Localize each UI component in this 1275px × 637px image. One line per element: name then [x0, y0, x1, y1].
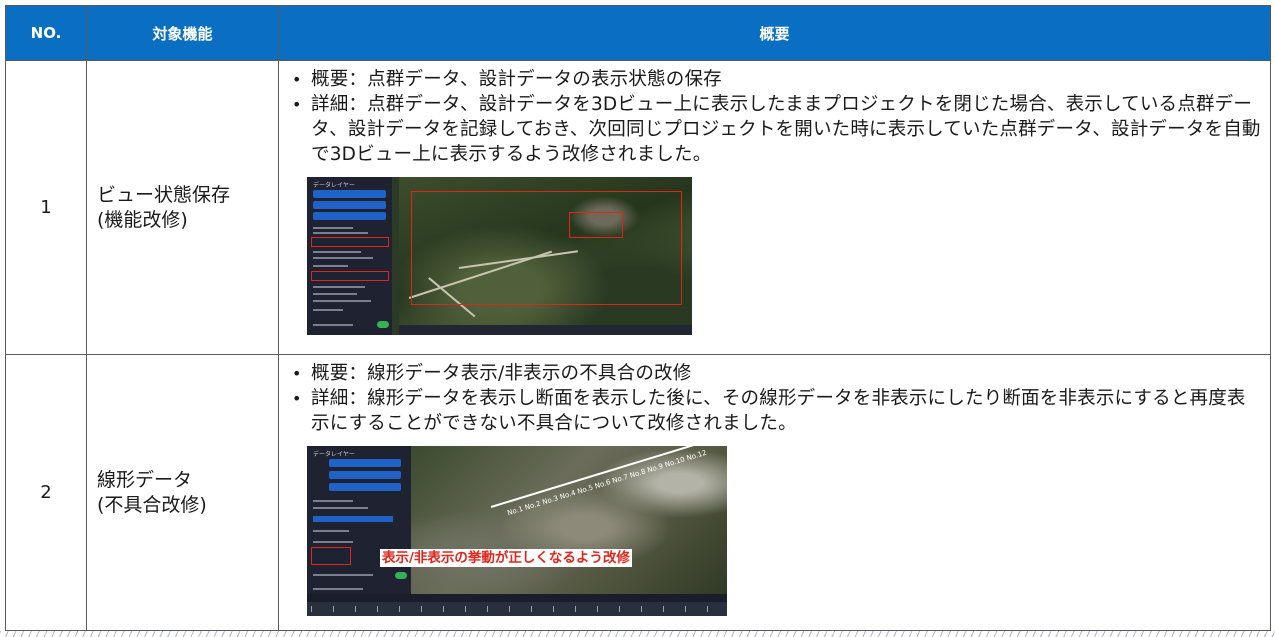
table-header-row: NO. 対象機能 概要 [5, 5, 1271, 61]
station-labels: No.1 No.2 No.3 No.4 No.5 No.6 No.7 No.8 … [506, 448, 708, 518]
highlight-box [569, 212, 623, 238]
panel-button [313, 212, 386, 220]
view-state-screenshot: データレイヤー [307, 177, 692, 335]
panel-line [313, 588, 363, 590]
alignment-line [490, 446, 712, 508]
table-row: 1 ビュー状態保存 (機能改修) 概要：点群データ、設計データの表示状態の保存 … [5, 60, 1271, 355]
panel-line [313, 265, 348, 267]
selected-layer-highlight [311, 547, 351, 565]
panel-line [313, 574, 373, 576]
panel-line [313, 507, 368, 509]
panel-line [313, 232, 368, 234]
summary-detail: 詳細：線形データを表示し断面を表示した後に、その線形データを非表示にしたり断面を… [287, 386, 1262, 436]
panel-title: データレイヤー [313, 182, 355, 189]
panel-line [313, 324, 353, 326]
panel-button [313, 190, 386, 198]
timeline-ticks [311, 606, 723, 612]
summary-overview: 概要：点群データ、設計データの表示状態の保存 [287, 67, 1262, 92]
toggle-switch [377, 321, 389, 328]
summary-list: 概要：線形データ表示/非表示の不具合の改修 詳細：線形データを表示し断面を表示し… [287, 361, 1262, 436]
panel-line [313, 300, 371, 302]
feature-type: (不具合改修) [97, 493, 207, 516]
panel-line [313, 251, 361, 253]
panel-button [329, 483, 401, 491]
bottom-bar [399, 325, 692, 335]
panel-line [313, 227, 353, 229]
panel-line [313, 541, 353, 543]
bottom-dashed-border [0, 631, 1275, 637]
toggle-switch [395, 572, 407, 579]
header-no: NO. [5, 5, 87, 61]
table-row: 2 線形データ (不具合改修) 概要：線形データ表示/非表示の不具合の改修 詳細… [5, 354, 1271, 631]
summary-overview: 概要：線形データ表示/非表示の不具合の改修 [287, 361, 1262, 386]
timeline-bar [307, 594, 727, 616]
selected-layer [313, 516, 393, 522]
panel-line [313, 500, 353, 502]
feature-name: ビュー状態保存 [97, 183, 231, 206]
summary-cell: 概要：点群データ、設計データの表示状態の保存 詳細：点群データ、設計データを3D… [278, 60, 1271, 355]
feature-cell: 線形データ (不具合改修) [86, 354, 279, 631]
panel-line [313, 293, 357, 295]
panel-line [313, 257, 373, 259]
panel-title: データレイヤー [313, 451, 355, 458]
fix-callout: 表示/非表示の挙動が正しくなるよう改修 [380, 549, 632, 567]
data-layer-panel: データレイヤー [307, 177, 392, 335]
row-number: 1 [5, 60, 87, 355]
alignment-data-screenshot: データレイヤー No.1 No.2 No.3 No.4 No.5 No.6 No… [307, 446, 727, 616]
selected-layer-highlight [311, 237, 389, 247]
summary-cell: 概要：線形データ表示/非表示の不具合の改修 詳細：線形データを表示し断面を表示し… [278, 354, 1271, 631]
highlight-box [411, 191, 682, 305]
panel-line [313, 309, 343, 311]
summary-detail: 詳細：点群データ、設計データを3Dビュー上に表示したままプロジェクトを閉じた場合… [287, 92, 1262, 167]
3d-map-view: No.1 No.2 No.3 No.4 No.5 No.6 No.7 No.8 … [411, 446, 727, 594]
feature-type: (機能改修) [97, 208, 188, 231]
summary-list: 概要：点群データ、設計データの表示状態の保存 詳細：点群データ、設計データを3D… [287, 67, 1262, 167]
data-layer-panel: データレイヤー [307, 446, 411, 594]
panel-button [313, 201, 386, 209]
3d-map-view [399, 177, 692, 335]
panel-button [329, 459, 401, 467]
view-tabs [307, 594, 727, 602]
feature-cell: ビュー状態保存 (機能改修) [86, 60, 279, 355]
header-summary: 概要 [278, 5, 1271, 61]
release-notes-table: NO. 対象機能 概要 1 ビュー状態保存 (機能改修) 概要：点群データ、設計… [5, 5, 1271, 631]
selected-layer-highlight [311, 271, 389, 281]
panel-line [313, 530, 349, 532]
row-number: 2 [5, 354, 87, 631]
panel-button [329, 471, 401, 479]
header-feature: 対象機能 [86, 5, 279, 61]
feature-name: 線形データ [97, 468, 193, 491]
panel-line [313, 286, 365, 288]
